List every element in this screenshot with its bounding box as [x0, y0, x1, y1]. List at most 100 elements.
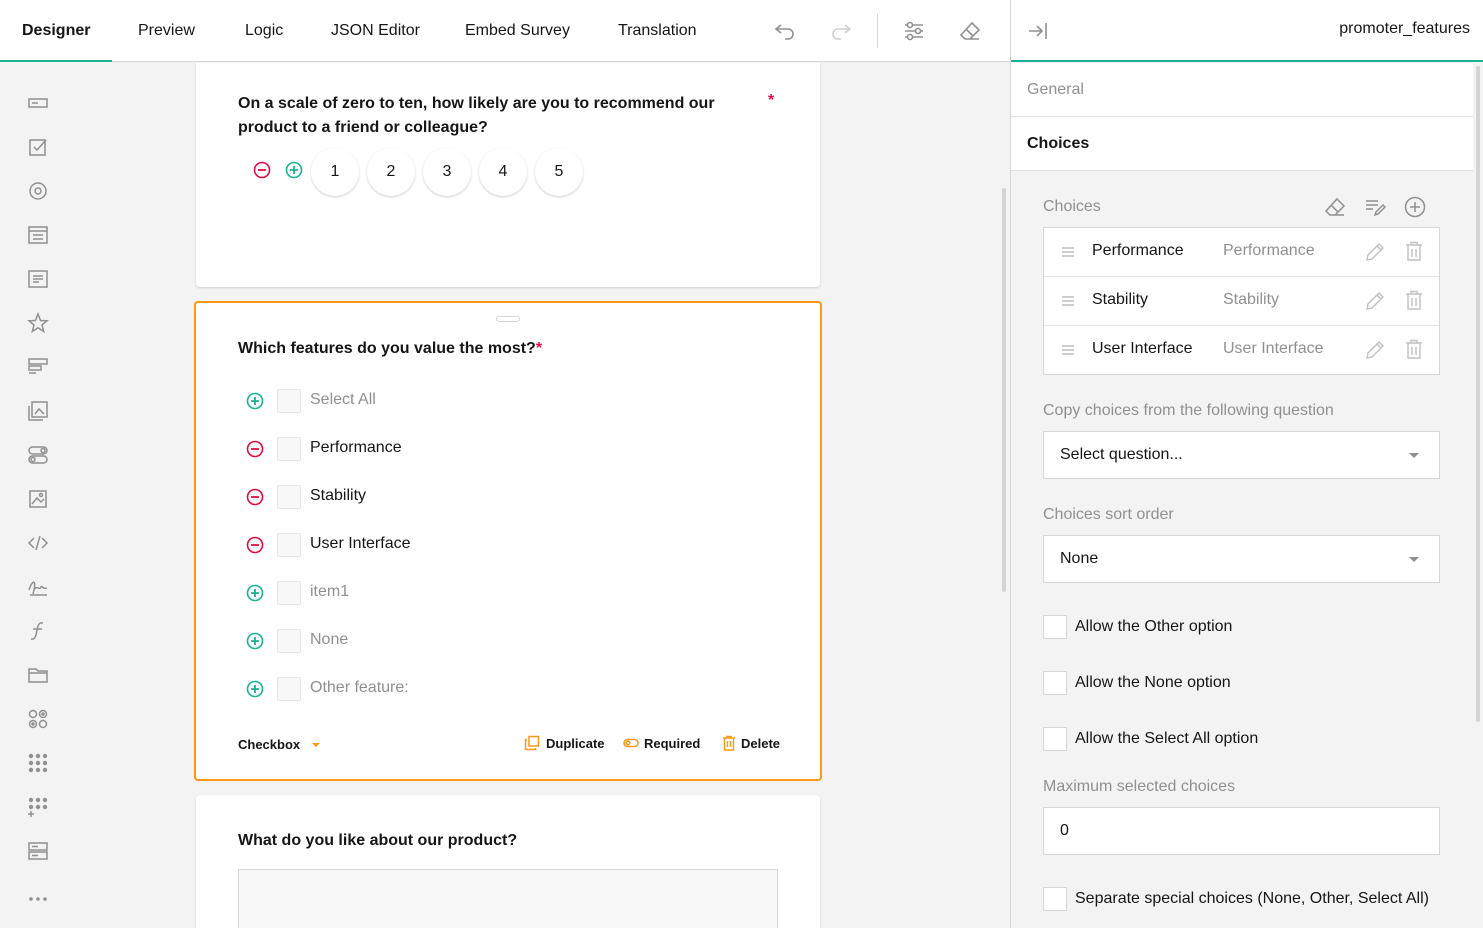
- checkbox[interactable]: [277, 677, 301, 701]
- eraser-icon[interactable]: [955, 16, 985, 46]
- question-title[interactable]: What do you like about our product?: [238, 829, 517, 853]
- edit-choices-icon[interactable]: [1364, 196, 1386, 218]
- rate-item[interactable]: 4: [479, 148, 527, 196]
- question-title-text[interactable]: Which features do you value the most?: [238, 340, 536, 357]
- tab-designer[interactable]: Designer: [0, 0, 113, 62]
- clear-choices-icon[interactable]: [1324, 196, 1346, 218]
- choice-row[interactable]: User Interface User Interface: [1044, 326, 1439, 375]
- more-icon[interactable]: [24, 885, 52, 913]
- question-type-label[interactable]: Checkbox: [238, 737, 300, 752]
- redo-icon[interactable]: [826, 16, 856, 46]
- checkbox-item-performance[interactable]: Performance: [236, 435, 636, 463]
- drag-handle-icon[interactable]: [1062, 295, 1074, 307]
- checkbox-item-new[interactable]: item1: [236, 579, 636, 607]
- checkbox-item-select-all[interactable]: Select All: [236, 387, 636, 415]
- checkbox[interactable]: [1043, 727, 1067, 751]
- comment-textarea[interactable]: [238, 869, 778, 928]
- expression-icon[interactable]: [24, 617, 52, 645]
- checkbox[interactable]: [277, 629, 301, 653]
- pencil-icon[interactable]: [1365, 340, 1385, 360]
- question-type-selector[interactable]: Checkbox: [238, 737, 321, 752]
- image-icon[interactable]: [24, 485, 52, 513]
- checkbox[interactable]: [277, 485, 301, 509]
- allow-none-label[interactable]: Allow the None option: [1075, 674, 1231, 692]
- remove-rate-icon[interactable]: [253, 161, 271, 179]
- add-item-icon[interactable]: [246, 680, 264, 698]
- duplicate-button[interactable]: Duplicate: [524, 735, 605, 751]
- tab-logic[interactable]: Logic: [223, 0, 305, 62]
- allow-other-label[interactable]: Allow the Other option: [1075, 618, 1232, 636]
- question-card-rating[interactable]: On a scale of zero to ten, how likely ar…: [196, 63, 820, 287]
- item-label[interactable]: None: [310, 631, 348, 649]
- collapse-panel-icon[interactable]: [1027, 20, 1049, 42]
- checkbox-icon[interactable]: [24, 133, 52, 161]
- item-label[interactable]: Select All: [310, 391, 376, 409]
- pencil-icon[interactable]: [1365, 291, 1385, 311]
- add-item-icon[interactable]: [246, 392, 264, 410]
- add-rate-icon[interactable]: [285, 161, 303, 179]
- choice-text[interactable]: User Interface: [1223, 340, 1323, 358]
- checkbox[interactable]: [277, 533, 301, 557]
- separate-special-label[interactable]: Separate special choices (None, Other, S…: [1075, 890, 1429, 908]
- checkbox-item-user-interface[interactable]: User Interface: [236, 531, 636, 559]
- item-label[interactable]: Stability: [310, 487, 366, 505]
- tab-embed-survey[interactable]: Embed Survey: [443, 0, 592, 62]
- rate-item[interactable]: 3: [423, 148, 471, 196]
- panel-scrollbar[interactable]: [1476, 66, 1480, 722]
- dropdown-icon[interactable]: [24, 221, 52, 249]
- drag-handle-icon[interactable]: [1062, 344, 1074, 356]
- trash-icon[interactable]: [1405, 290, 1423, 310]
- item-label[interactable]: item1: [310, 583, 349, 601]
- comment-icon[interactable]: [24, 265, 52, 293]
- remove-item-icon[interactable]: [246, 536, 264, 554]
- item-label[interactable]: User Interface: [310, 535, 410, 553]
- checkbox[interactable]: [1043, 671, 1067, 695]
- remove-item-icon[interactable]: [246, 440, 264, 458]
- multiple-text-icon[interactable]: [24, 837, 52, 865]
- rate-item[interactable]: 5: [535, 148, 583, 196]
- file-icon[interactable]: [24, 661, 52, 689]
- question-title[interactable]: Which features do you value the most?*: [238, 337, 542, 361]
- drag-handle[interactable]: [496, 316, 520, 322]
- choice-value[interactable]: User Interface: [1092, 340, 1192, 358]
- category-choices[interactable]: Choices: [1011, 117, 1473, 171]
- tab-preview[interactable]: Preview: [116, 0, 217, 62]
- question-title[interactable]: On a scale of zero to ten, how likely ar…: [238, 92, 728, 140]
- category-general[interactable]: General: [1011, 63, 1473, 117]
- allow-select-all-label[interactable]: Allow the Select All option: [1075, 730, 1258, 748]
- remove-item-icon[interactable]: [246, 488, 264, 506]
- item-label[interactable]: Other feature:: [310, 679, 409, 697]
- drag-handle-icon[interactable]: [1062, 246, 1074, 258]
- checkbox[interactable]: [1043, 887, 1067, 911]
- pencil-icon[interactable]: [1365, 242, 1385, 262]
- choice-value[interactable]: Performance: [1092, 242, 1184, 260]
- checkbox[interactable]: [277, 437, 301, 461]
- question-card-checkbox[interactable]: Which features do you value the most?* S…: [194, 301, 822, 781]
- text-input-icon[interactable]: [24, 89, 52, 117]
- imagepicker-icon[interactable]: [24, 397, 52, 425]
- rating-icon[interactable]: [24, 309, 52, 337]
- question-card-comment[interactable]: What do you like about our product?: [196, 795, 820, 928]
- choice-row[interactable]: Stability Stability: [1044, 277, 1439, 326]
- choice-value[interactable]: Stability: [1092, 291, 1148, 309]
- tab-translation[interactable]: Translation: [596, 0, 719, 62]
- ranking-icon[interactable]: [24, 353, 52, 381]
- checkbox[interactable]: [277, 581, 301, 605]
- radiogroup-icon[interactable]: [24, 177, 52, 205]
- item-label[interactable]: Performance: [310, 439, 402, 457]
- choice-row[interactable]: Performance Performance: [1044, 228, 1439, 277]
- undo-icon[interactable]: [770, 16, 800, 46]
- required-toggle[interactable]: Required: [623, 735, 700, 751]
- copy-choices-dropdown[interactable]: Select question...: [1043, 431, 1440, 479]
- choice-text[interactable]: Stability: [1223, 291, 1279, 309]
- trash-icon[interactable]: [1405, 339, 1423, 359]
- canvas-scrollbar[interactable]: [1002, 188, 1006, 592]
- settings-sliders-icon[interactable]: [899, 16, 929, 46]
- max-selected-input[interactable]: 0: [1043, 807, 1440, 855]
- choice-text[interactable]: Performance: [1223, 242, 1315, 260]
- delete-button[interactable]: Delete: [722, 735, 780, 751]
- checkbox[interactable]: [1043, 615, 1067, 639]
- checkbox[interactable]: [277, 389, 301, 413]
- signature-icon[interactable]: [24, 573, 52, 601]
- add-item-icon[interactable]: [246, 584, 264, 602]
